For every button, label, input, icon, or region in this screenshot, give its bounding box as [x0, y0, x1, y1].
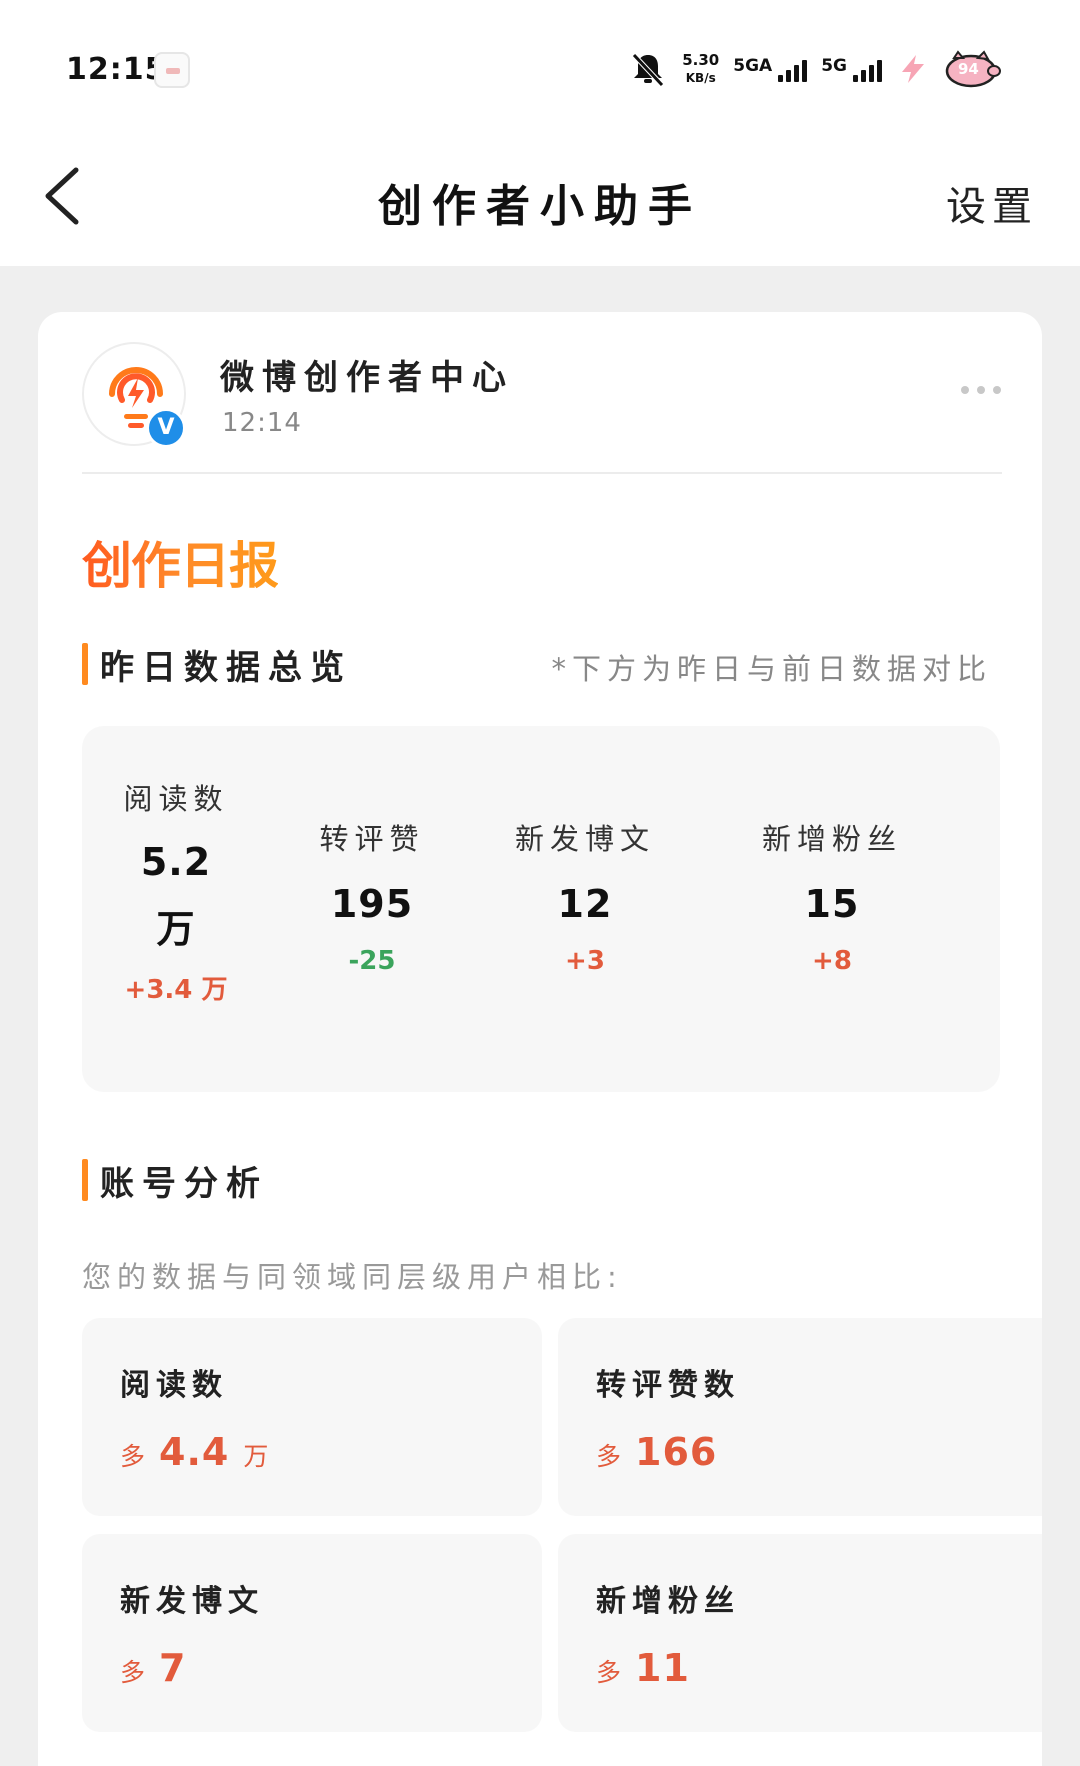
- analysis-posts-label: 新发博文: [120, 1584, 264, 1619]
- stat-reads[interactable]: 阅读数 5.2 万 +3.4 万: [120, 776, 232, 1006]
- analysis-interactions-tile[interactable]: 转评赞数 多 166: [558, 1318, 1042, 1516]
- analysis-fans-label: 新增粉丝: [596, 1584, 740, 1619]
- analysis-posts-row: 多 7: [120, 1646, 186, 1690]
- signal-5ga: 5GA: [733, 56, 808, 82]
- more-options-icon[interactable]: [960, 384, 1002, 396]
- analysis-section-header: 账号分析: [82, 1158, 268, 1204]
- analysis-reads-label: 阅读数: [120, 1368, 228, 1403]
- signal-5ga-label: 5GA: [733, 56, 773, 76]
- analysis-fans-value: 11: [635, 1646, 690, 1690]
- section-accent-bar: [82, 1159, 88, 1201]
- verified-badge-icon: V: [146, 408, 186, 448]
- signal-icon: [778, 56, 808, 82]
- analysis-reads-unit: 万: [243, 1442, 269, 1471]
- more-word: 多: [120, 1442, 146, 1471]
- analysis-reads-value: 4.4: [159, 1430, 230, 1474]
- stat-new-fans[interactable]: 新增粉丝 15 +8: [746, 816, 918, 976]
- analysis-interactions-label: 转评赞数: [596, 1368, 740, 1403]
- daily-report-card: V 微博创作者中心 12:14 创作日报 昨日数据总览 *下方为昨日与前日数据对…: [38, 312, 1042, 1766]
- network-speed-unit: KB/s: [685, 71, 716, 85]
- silent-bell-icon: [632, 53, 665, 87]
- settings-button[interactable]: 设置: [946, 174, 1038, 232]
- stat-reads-label: 阅读数: [123, 782, 229, 816]
- network-speed: 5.30 KB/s: [682, 51, 719, 87]
- analysis-fans-row: 多 11: [596, 1646, 690, 1690]
- overview-stats-box: 阅读数 5.2 万 +3.4 万 转评赞 195 -25 新发博文 12 +3 …: [82, 726, 1000, 1092]
- network-speed-value: 5.30: [682, 51, 720, 69]
- analysis-fans-tile[interactable]: 新增粉丝 多 11: [558, 1534, 1042, 1732]
- report-title: 创作日报: [82, 526, 279, 598]
- analysis-subtitle: 您的数据与同领域同层级用户相比:: [82, 1260, 623, 1294]
- stat-new-fans-label: 新增粉丝: [761, 822, 902, 856]
- stat-interactions-value: 195: [330, 882, 414, 926]
- analysis-interactions-row: 多 166: [596, 1430, 717, 1474]
- signal-icon: [853, 56, 882, 82]
- status-time: 12:15: [66, 52, 167, 87]
- status-icons: 5.30 KB/s 5GA 5G 94: [628, 44, 1002, 94]
- message-time: 12:14: [222, 408, 302, 438]
- overview-title: 昨日数据总览: [100, 647, 352, 688]
- stat-interactions-delta: -25: [348, 946, 396, 976]
- stat-reads-unit: 万: [156, 907, 196, 951]
- battery-level: 94: [958, 60, 979, 78]
- charging-icon: [902, 55, 924, 83]
- more-word: 多: [596, 1442, 622, 1471]
- stat-new-fans-delta: +8: [812, 946, 852, 976]
- stat-new-posts[interactable]: 新发博文 12 +3: [500, 816, 670, 976]
- overview-section-header: 昨日数据总览: [82, 642, 352, 688]
- analysis-posts-tile[interactable]: 新发博文 多 7: [82, 1534, 542, 1732]
- stat-new-posts-delta: +3: [565, 946, 605, 976]
- nav-bar: 创作者小助手 设置: [0, 130, 1080, 266]
- page-title: 创作者小助手: [378, 181, 702, 232]
- stat-interactions[interactable]: 转评赞 195 -25: [302, 816, 442, 976]
- stat-reads-value: 5.2: [140, 840, 212, 884]
- stat-new-posts-label: 新发博文: [514, 822, 655, 856]
- stat-new-fans-value: 15: [804, 882, 860, 926]
- stat-interactions-label: 转评赞: [319, 822, 425, 856]
- signal-5g: 5G: [821, 56, 882, 82]
- analysis-interactions-value: 166: [635, 1430, 718, 1474]
- status-bar: 12:15 5.30 KB/s 5GA 5G 94: [0, 0, 1080, 130]
- section-accent-bar: [82, 643, 88, 685]
- more-word: 多: [596, 1658, 622, 1687]
- analysis-reads-tile[interactable]: 阅读数 多 4.4 万: [82, 1318, 542, 1516]
- app-notification-icon: [154, 52, 190, 88]
- signal-5g-label: 5G: [821, 56, 847, 76]
- analysis-title: 账号分析: [100, 1163, 268, 1204]
- battery-icon: 94: [944, 49, 1002, 89]
- sender-header: V 微博创作者中心 12:14: [82, 342, 1002, 474]
- more-word: 多: [120, 1658, 146, 1687]
- stat-reads-delta: +3.4 万: [124, 975, 228, 1005]
- analysis-posts-value: 7: [159, 1646, 187, 1690]
- analysis-reads-row: 多 4.4 万: [120, 1430, 268, 1474]
- stat-new-posts-value: 12: [557, 882, 613, 926]
- overview-note: *下方为昨日与前日数据对比: [551, 652, 992, 686]
- sender-name[interactable]: 微博创作者中心: [220, 350, 514, 399]
